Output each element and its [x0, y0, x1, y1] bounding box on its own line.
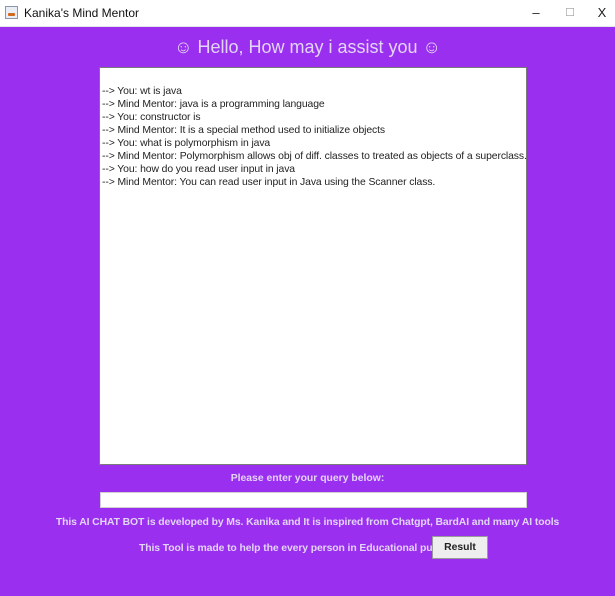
app-window: Kanika's Mind Mentor – ☐ X ☺ Hello, How …	[0, 0, 615, 596]
chat-line: --> You: wt is java	[102, 86, 182, 97]
chat-line: --> You: how do you read user input in j…	[102, 164, 295, 175]
chat-transcript-area[interactable]: --> You: wt is java --> Mind Mentor: jav…	[99, 67, 527, 465]
chat-line: --> Mind Mentor: It is a special method …	[102, 125, 386, 136]
chat-line: --> Mind Mentor: You can read user input…	[102, 177, 436, 188]
java-cup-icon	[5, 6, 18, 19]
developer-credit-text: This AI CHAT BOT is developed by Ms. Kan…	[55, 517, 560, 528]
query-input[interactable]	[100, 492, 527, 508]
purpose-text: This Tool is made to help the every pers…	[139, 543, 461, 554]
chat-lines: --> You: wt is java --> Mind Mentor: jav…	[102, 85, 526, 189]
chat-line: --> Mind Mentor: Polymorphism allows obj…	[102, 151, 527, 162]
maximize-button[interactable]: ☐	[553, 0, 587, 26]
chat-line: --> You: constructor is	[102, 112, 201, 123]
title-bar[interactable]: Kanika's Mind Mentor – ☐ X	[0, 0, 615, 27]
result-button[interactable]: Result	[432, 536, 488, 559]
greeting-header: ☺ Hello, How may i assist you ☺	[174, 37, 441, 57]
chat-line: --> Mind Mentor: java is a programming l…	[102, 99, 325, 110]
minimize-button[interactable]: –	[519, 0, 553, 26]
query-label: Please enter your query below:	[230, 473, 385, 484]
main-panel: ☺ Hello, How may i assist you ☺ --> You:…	[0, 27, 615, 596]
chat-line: --> You: what is polymorphism in java	[102, 138, 271, 149]
close-button[interactable]: X	[585, 0, 615, 26]
window-title: Kanika's Mind Mentor	[24, 6, 140, 20]
